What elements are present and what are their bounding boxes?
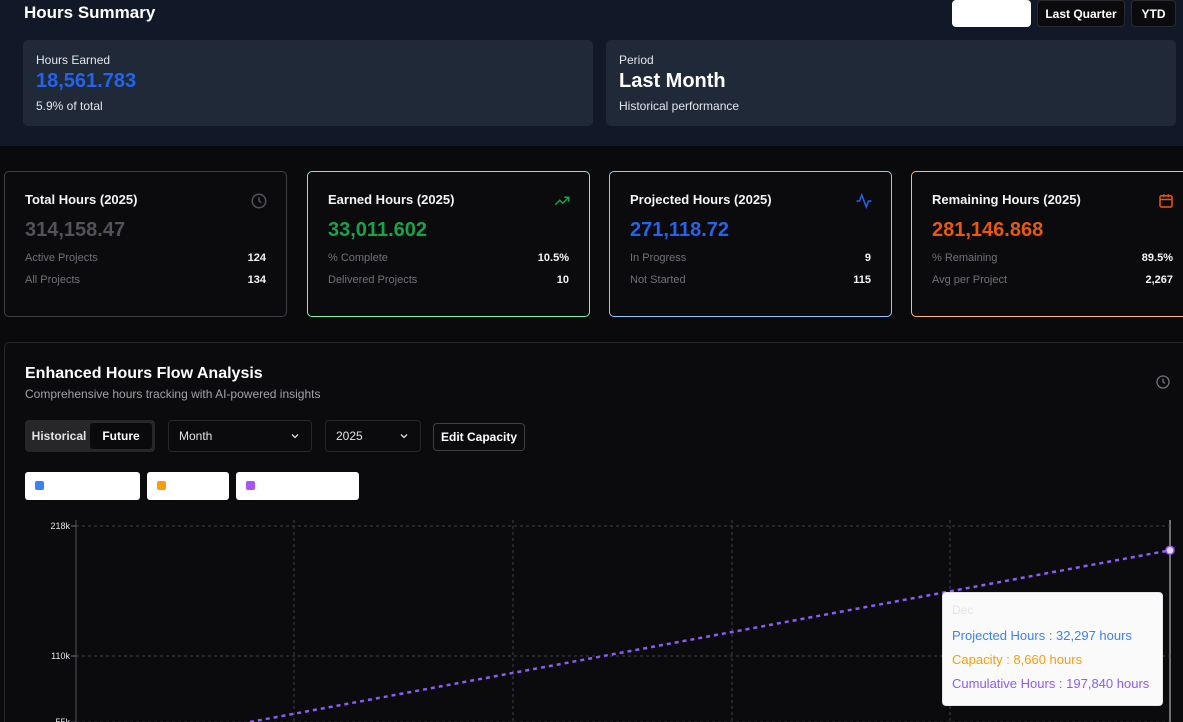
cumulative-hours-point (1165, 545, 1175, 556)
tooltip-row-cumulative: Cumulative Hours : 197,840 hours (952, 676, 1150, 691)
chart-y-ticks: 218k 110k 55k (50, 521, 76, 722)
tooltip-row-projected: Projected Hours : 32,297 hours (952, 628, 1132, 643)
tooltip-title: Dec (952, 603, 974, 617)
y-tick-label: 218k (50, 521, 70, 531)
tooltip-row-capacity: Capacity : 8,660 hours (952, 652, 1083, 667)
y-tick-label: 110k (51, 651, 70, 661)
y-tick-label: 55k (55, 717, 70, 722)
chart-tooltip: Dec Projected Hours : 32,297 hours Capac… (942, 592, 1163, 706)
